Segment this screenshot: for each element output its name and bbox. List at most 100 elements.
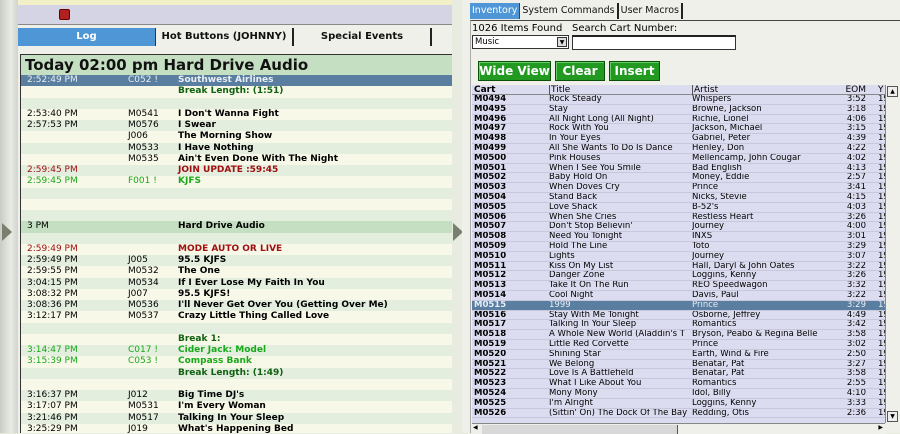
- wide-view-button[interactable]: Wide View: [478, 61, 551, 81]
- log-row[interactable]: 3:08:32 PM J007 95.5 KJFS!: [21, 288, 452, 300]
- log-row[interactable]: [21, 187, 452, 199]
- scroll-down-icon[interactable]: ▼: [887, 411, 898, 422]
- log-row[interactable]: 3:17:07 PM M0531 I'm Every Woman: [21, 401, 452, 413]
- log-row[interactable]: 3:25:29 PM J019 What's Happening Bed: [21, 423, 452, 433]
- table-row[interactable]: M0519Little Red CorvettePrince3:0219: [472, 340, 885, 350]
- table-row[interactable]: M0503When Doves CryPrince3:4119: [472, 183, 885, 193]
- log-row[interactable]: [21, 322, 452, 334]
- log-row[interactable]: 2:57:53 PM M0576 I Swear: [21, 120, 452, 132]
- clear-button[interactable]: Clear: [555, 61, 605, 81]
- col-year[interactable]: Y: [878, 85, 885, 95]
- scroll-left-icon[interactable]: ◀: [473, 424, 478, 431]
- table-row[interactable]: M0516 Stay With Me Tonight Osborne, Jeffre…: [472, 311, 885, 321]
- log-row[interactable]: 3:21:46 PM M0517 Talking In Your Sleep: [21, 412, 452, 424]
- log-row[interactable]: 3:04:15 PM M0534 If I Ever Lose My Faith I…: [21, 277, 452, 289]
- tab-log[interactable]: Log: [18, 28, 156, 46]
- log-row[interactable]: [21, 378, 452, 390]
- cell-cart: M0514: [474, 290, 507, 300]
- log-row[interactable]: 3:15:39 PM C053 ! Compass Bank: [21, 356, 452, 368]
- cell-eom: 3:52: [846, 95, 866, 104]
- log-row[interactable]: 2:59:49 PM MODE AUTO OR LIVE: [21, 243, 452, 255]
- table-row[interactable]: M0499 All She Wants To Do Is Dance Henley,…: [472, 144, 885, 154]
- log-row[interactable]: [21, 210, 452, 222]
- scroll-up-icon[interactable]: ▲: [887, 86, 898, 97]
- category-select[interactable]: Music ▼: [472, 35, 569, 49]
- cell-eom: 3:18: [846, 104, 866, 114]
- cell-cart: M0504: [474, 192, 507, 202]
- table-row[interactable]: M0518 A Whole New World (Aladdin's T Bryso…: [472, 330, 885, 340]
- table-row[interactable]: M0525I'm AlrightLoggins, Kenny3:3319: [472, 399, 885, 409]
- col-eom[interactable]: EOM: [832, 85, 866, 95]
- horizontal-scrollbar[interactable]: ◀ ▶: [472, 423, 885, 434]
- insert-button[interactable]: Insert: [609, 61, 660, 81]
- log-row[interactable]: 2:53:40 PM M0541 I Don't Wanna Fight: [21, 108, 452, 120]
- record-icon[interactable]: [59, 9, 70, 20]
- log-row[interactable]: Break Length: (1:49): [21, 367, 452, 379]
- log-row[interactable]: 2:59:49 PM J005 95.5 KJFS: [21, 255, 452, 267]
- log-row[interactable]: [21, 97, 452, 109]
- cell-year: 19: [878, 212, 885, 222]
- log-row[interactable]: Break Length: (1:51): [21, 86, 452, 98]
- table-row[interactable]: M0514Cool NightDavis, Paul3:2219: [472, 291, 885, 301]
- tab-special-events[interactable]: Special Events: [294, 28, 432, 46]
- log-row[interactable]: [21, 198, 452, 210]
- table-row[interactable]: M0510LightsJourney3:0719: [472, 252, 885, 262]
- table-row[interactable]: M0517 Talking In Your Sleep Romantics 3:42 1…: [472, 320, 885, 331]
- table-row[interactable]: M0505Love ShackB-52's4:0319: [472, 203, 885, 213]
- log-row[interactable]: 3 PM Hard Drive Audio: [21, 221, 452, 233]
- cell-eom: 4:39: [846, 134, 866, 144]
- table-row[interactable]: M0502Baby Hold OnMoney, Eddie2:5719: [472, 173, 885, 184]
- col-title[interactable]: Title: [549, 85, 689, 95]
- table-row[interactable]: M0508Need You TonightINXS3:0119: [472, 232, 885, 242]
- log-row[interactable]: 2:59:55 PM M0532 The One: [21, 266, 452, 278]
- table-row[interactable]: M0511 Kiss On My List Hall, Daryl & John O…: [472, 262, 885, 272]
- table-row[interactable]: M0520 Shining Star Earth, Wind & Fire 2:50 1…: [472, 350, 885, 360]
- table-row[interactable]: M0526 (Sittin' On) The Dock Of The Bay Red…: [472, 409, 885, 419]
- table-row[interactable]: M0513 Take It On The Run REO Speedwagon 3:3…: [472, 281, 885, 291]
- table-row[interactable]: M0497Rock With YouJackson, Michael3:1519: [472, 124, 885, 135]
- table-row[interactable]: M0524Mony MonyIdol, Billy4:1019: [472, 389, 885, 399]
- table-row[interactable]: M0506When She CriesRestless Heart3:2619: [472, 213, 885, 223]
- tab-inventory[interactable]: Inventory: [470, 3, 521, 19]
- log-row[interactable]: [21, 232, 452, 244]
- log-row[interactable]: 2:52:49 PM C052 ! Southwest Airlines: [21, 75, 452, 87]
- search-cart-input[interactable]: [572, 35, 736, 50]
- table-row[interactable]: M0500 Pink Houses Mellencamp, John Cougar 4…: [472, 154, 885, 164]
- table-row[interactable]: M0501 When I See You Smile Bad English 4:13…: [472, 164, 885, 174]
- log-row[interactable]: 2:59:45 PM F001 ! KJFS: [21, 176, 452, 188]
- tab-user-macros[interactable]: User Macros: [619, 3, 683, 19]
- table-row[interactable]: M0507Don't Stop Believin'Journey4:0019: [472, 222, 885, 233]
- splitter-gutter[interactable]: [0, 0, 18, 433]
- log-row[interactable]: 3:12:17 PM M0537 Crazy Little Thing Called…: [21, 311, 452, 323]
- table-row[interactable]: M0521We BelongBenatar, Pat3:2719: [472, 360, 885, 370]
- table-row[interactable]: M0522 Love Is A Battlefield Benatar, Pat 3:…: [472, 369, 885, 380]
- log-row[interactable]: J006 The Morning Show: [21, 131, 452, 143]
- table-row[interactable]: M0509Hold The LineToto3:2919: [472, 242, 885, 252]
- table-row[interactable]: M0494Rock SteadyWhispers3:5219: [472, 95, 885, 105]
- table-row[interactable]: M05151999Prince3:2919: [472, 300, 885, 311]
- scroll-right-icon[interactable]: ▶: [878, 424, 883, 431]
- tab-hot-buttons[interactable]: Hot Buttons (JOHNNY): [156, 28, 294, 46]
- table-row[interactable]: M0498In Your EyesGabriel, Peter4:3919: [472, 134, 885, 144]
- table-row[interactable]: M0512Danger ZoneLoggins, Kenny3:2619: [472, 271, 885, 282]
- tab-system-commands[interactable]: System Commands: [520, 3, 619, 19]
- log-cart: M0535: [128, 153, 159, 164]
- cell-cart: M0498: [474, 134, 507, 144]
- log-row[interactable]: 3:14:47 PM C017 ! Cider Jack: Model: [21, 345, 452, 357]
- table-row[interactable]: M0523 What I Like About You Romantics 2:55 1…: [472, 379, 885, 389]
- log-row[interactable]: 2:59:45 PM JOIN UPDATE :59:45: [21, 165, 452, 177]
- log-cart: J005: [128, 255, 148, 265]
- vertical-scrollbar[interactable]: ▲ ▼: [885, 85, 899, 423]
- log-row[interactable]: M0533 I Have Nothing: [21, 142, 452, 154]
- collapse-arrow-icon[interactable]: [2, 223, 12, 241]
- col-cart[interactable]: Cart: [474, 85, 546, 95]
- chevron-down-icon[interactable]: ▼: [557, 37, 567, 47]
- table-row[interactable]: M0496 All Night Long (All Night) Richie, L…: [472, 115, 885, 125]
- table-row[interactable]: M0504Stand BackNicks, Stevie4:1519: [472, 193, 885, 203]
- log-row[interactable]: 3:08:36 PM M0536 I'll Never Get Over You (…: [21, 300, 452, 312]
- log-row[interactable]: Break 1:: [21, 333, 452, 345]
- table-row[interactable]: M0495StayBrowne, Jackson3:1819: [472, 105, 885, 115]
- cell-cart: M0515: [474, 300, 507, 310]
- log-row[interactable]: M0535 Ain't Even Done With The Night: [21, 153, 452, 165]
- log-row[interactable]: 3:16:37 PM J012 Big Time DJ's: [21, 390, 452, 402]
